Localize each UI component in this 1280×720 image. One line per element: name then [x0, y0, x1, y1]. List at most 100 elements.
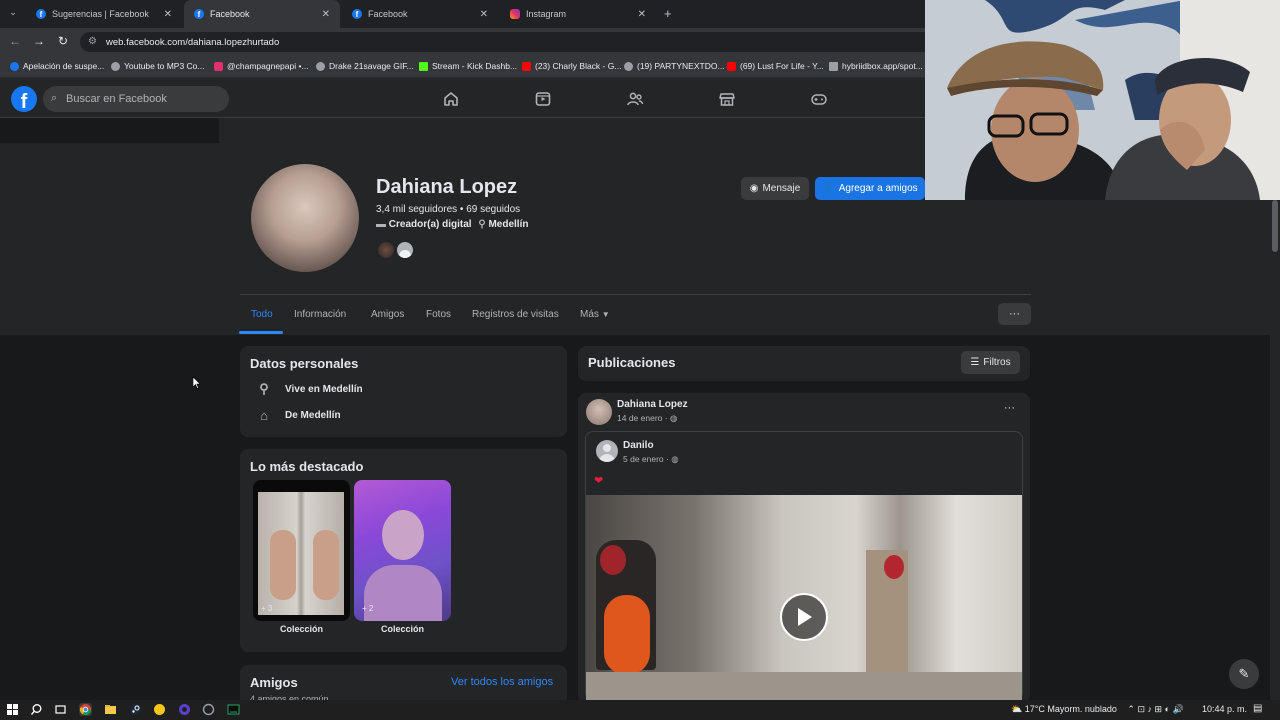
shared-author-avatar[interactable]: [596, 440, 618, 462]
app-icon[interactable]: [202, 703, 215, 716]
shared-date[interactable]: 5 de enero · ◍: [623, 454, 679, 465]
search-input[interactable]: ⌕ Buscar en Facebook: [43, 86, 229, 112]
tab-instagram[interactable]: Instagram ✕: [500, 0, 656, 28]
tab-sugerencias[interactable]: f Sugerencias | Facebook ✕: [26, 0, 182, 28]
bookmark-label: Youtube to MP3 Co...: [124, 61, 205, 71]
instagram-icon: [510, 9, 520, 19]
bookmark-item[interactable]: (23) Charly Black - G...: [522, 61, 621, 71]
bookmark-item[interactable]: Drake 21savage GIF...: [316, 61, 414, 71]
tab-fotos[interactable]: Fotos: [426, 309, 451, 320]
video-icon[interactable]: [534, 90, 552, 108]
taskbar-clock[interactable]: 10:44 p. m.: [1202, 704, 1247, 714]
profile-picture[interactable]: [249, 162, 361, 274]
mutual-friend-avatar[interactable]: [395, 240, 415, 260]
facebook-logo[interactable]: f: [11, 86, 37, 112]
youtube-icon: [727, 61, 736, 71]
profile-location: Medellín: [488, 219, 529, 230]
terminal-icon[interactable]: [227, 703, 240, 716]
filters-label: Filtros: [983, 357, 1011, 368]
tray-icons: ⌃ ⊡ ♪ ⊞ ◐ 🔊: [1127, 704, 1184, 714]
bookmark-item[interactable]: Stream - Kick Dashb...: [419, 61, 517, 71]
briefcase-icon: ▬: [376, 219, 386, 230]
chrome-icon[interactable]: [79, 703, 92, 716]
tab-facebook[interactable]: f Facebook ✕: [342, 0, 498, 28]
add-friend-label: Agregar a amigos: [838, 183, 918, 194]
scrollbar-thumb[interactable]: [1272, 200, 1278, 252]
friends-title: Amigos: [250, 675, 298, 690]
app-icon[interactable]: [153, 703, 166, 716]
compose-icon: ✎: [1238, 666, 1250, 681]
posts-title: Publicaciones: [588, 355, 676, 370]
facebook-icon: f: [194, 9, 204, 19]
see-all-friends-link[interactable]: Ver todos los amigos: [451, 676, 553, 688]
filters-button[interactable]: ☰ Filtros: [961, 351, 1020, 374]
shared-author[interactable]: Danilo: [623, 440, 654, 451]
home-icon[interactable]: [442, 90, 460, 108]
tab-registros[interactable]: Registros de visitas: [472, 309, 559, 320]
bookmark-favicon: [316, 61, 325, 71]
add-friend-button[interactable]: 👤 Agregar a amigos: [815, 177, 925, 200]
post-author[interactable]: Dahiana Lopez: [617, 399, 688, 410]
bookmark-item[interactable]: hybriidbox.app/spot...: [829, 61, 923, 71]
detail-from: ⌂ De Medellín: [256, 408, 341, 423]
tab-mas-label: Más: [580, 309, 599, 320]
file-explorer-icon[interactable]: [104, 703, 117, 716]
steam-icon[interactable]: [129, 703, 142, 716]
detail-text: De Medellín: [285, 410, 341, 421]
windows-start-icon[interactable]: [6, 703, 19, 716]
tab-mas[interactable]: Más ▼: [580, 309, 610, 320]
bookmark-item[interactable]: Youtube to MP3 Co...: [111, 61, 205, 71]
gaming-icon[interactable]: [810, 90, 828, 108]
site-info-icon[interactable]: ⚙: [88, 36, 97, 47]
url-text: web.facebook.com/dahiana.lopezhurtado: [106, 36, 280, 48]
tab-amigos[interactable]: Amigos: [371, 309, 404, 320]
post-date-text: 14 de enero ·: [617, 413, 670, 423]
bookmark-label: Drake 21savage GIF...: [329, 61, 414, 71]
page-scrollbar[interactable]: [1270, 200, 1280, 700]
forward-icon[interactable]: →: [33, 34, 45, 48]
tab-search-icon[interactable]: ⌄: [6, 7, 20, 21]
tab-todo[interactable]: Todo: [251, 309, 273, 320]
highlight-count: + 3: [261, 604, 273, 613]
home-icon: ⌂: [260, 408, 268, 423]
search-icon[interactable]: [30, 703, 43, 716]
new-tab-button[interactable]: +: [664, 6, 672, 21]
app-icon[interactable]: [178, 703, 191, 716]
highlight-collection[interactable]: [253, 480, 350, 621]
close-icon[interactable]: ✕: [322, 9, 330, 20]
message-button[interactable]: ◉ Mensaje: [741, 177, 809, 200]
close-icon[interactable]: ✕: [480, 9, 488, 20]
close-icon[interactable]: ✕: [638, 9, 646, 20]
back-icon[interactable]: ←: [9, 34, 21, 48]
bookmark-item[interactable]: (69) Lust For Life - Y...: [727, 61, 824, 71]
mutual-friend-avatar[interactable]: [376, 240, 396, 260]
weather-text: 17°C Mayorm. nublado: [1024, 704, 1117, 714]
bookmark-label: Apelación de suspe...: [23, 61, 105, 71]
play-button[interactable]: [780, 593, 828, 641]
marketplace-icon[interactable]: [718, 90, 736, 108]
bookmark-item[interactable]: @champagnepapi •...: [214, 61, 309, 71]
bookmark-item[interactable]: (19) PARTYNEXTDO...: [624, 61, 725, 71]
more-options-button[interactable]: ···: [998, 303, 1031, 325]
post-date[interactable]: 14 de enero · ◍: [617, 413, 677, 424]
address-bar[interactable]: ⚙ web.facebook.com/dahiana.lopezhurtado: [80, 32, 940, 52]
system-tray[interactable]: ⛅ 17°C Mayorm. nublado ⌃ ⊡ ♪ ⊞ ◐ 🔊: [1011, 704, 1184, 715]
new-message-button[interactable]: ✎: [1229, 659, 1259, 689]
mouse-cursor-icon: [193, 377, 201, 389]
detail-text: Vive en Medellín: [285, 383, 363, 395]
highlight-collection[interactable]: [354, 480, 451, 621]
tab-facebook-active[interactable]: f Facebook ✕: [184, 0, 340, 28]
profile-intro-line: ▬ Creador(a) digital ⚲ Medellín: [376, 219, 528, 230]
tab-informacion[interactable]: Información: [294, 309, 346, 320]
task-view-icon[interactable]: [54, 703, 67, 716]
profile-stats[interactable]: 3,4 mil seguidores • 69 seguidos: [376, 204, 520, 215]
bookmark-item[interactable]: Apelación de suspe...: [10, 61, 104, 71]
close-icon[interactable]: ✕: [164, 9, 172, 20]
location-pin-icon: ⚲: [478, 219, 486, 230]
reload-icon[interactable]: ↻: [58, 34, 68, 48]
friends-icon[interactable]: [626, 90, 644, 108]
highlight-face: [382, 510, 424, 560]
post-author-avatar[interactable]: [586, 399, 612, 425]
notifications-icon[interactable]: ▤: [1253, 703, 1262, 714]
post-options-button[interactable]: ···: [1004, 402, 1015, 414]
